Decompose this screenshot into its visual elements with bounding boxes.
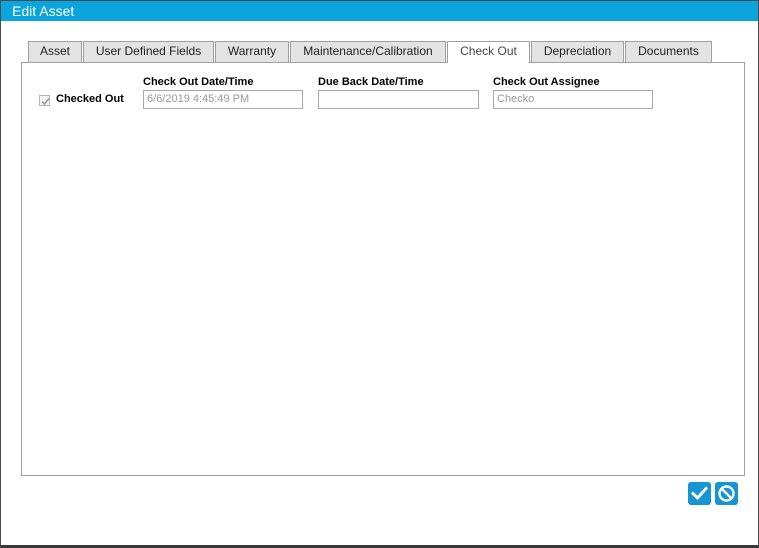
tab-strip: Asset User Defined Fields Warranty Maint… — [1, 41, 758, 63]
assignee-label: Check Out Assignee — [493, 76, 600, 88]
tab-depreciation[interactable]: Depreciation — [531, 41, 624, 62]
tab-maintenance-calibration[interactable]: Maintenance/Calibration — [290, 41, 446, 62]
window-title: Edit Asset — [1, 1, 758, 21]
due-back-label: Due Back Date/Time — [318, 76, 424, 88]
cancel-button[interactable] — [715, 482, 738, 505]
due-back-field[interactable] — [318, 90, 479, 109]
save-button[interactable] — [688, 482, 711, 505]
checkout-datetime-label: Check Out Date/Time — [143, 76, 254, 88]
edit-asset-dialog: Edit Asset Asset User Defined Fields War… — [0, 0, 759, 548]
checked-out-label: Checked Out — [56, 93, 124, 105]
checkmark-icon — [690, 486, 709, 501]
checkout-datetime-field[interactable]: 6/6/2019 4:45:49 PM — [143, 90, 303, 109]
tab-check-out[interactable]: Check Out — [447, 41, 530, 63]
check-out-panel: Checked Out Check Out Date/Time 6/6/2019… — [21, 62, 745, 476]
tab-user-defined-fields[interactable]: User Defined Fields — [83, 41, 214, 62]
checkmark-icon — [41, 97, 50, 106]
assignee-field[interactable]: Checko — [493, 90, 653, 109]
tab-warranty[interactable]: Warranty — [215, 41, 289, 62]
tab-documents[interactable]: Documents — [625, 41, 712, 62]
tab-asset[interactable]: Asset — [28, 41, 82, 62]
cancel-icon — [718, 485, 735, 502]
checked-out-checkbox[interactable] — [39, 95, 50, 106]
